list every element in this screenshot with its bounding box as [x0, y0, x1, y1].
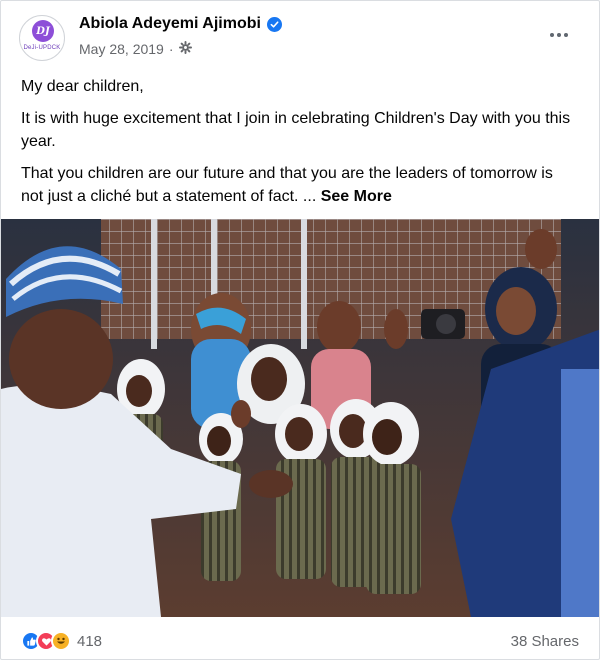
post-footer: 418 38 Shares [21, 627, 579, 655]
avatar[interactable]: DJ DeJi-UPDCK [19, 15, 65, 61]
post-greeting: My dear children, [21, 78, 144, 95]
shares-count[interactable]: 38 Shares [511, 633, 579, 650]
verified-icon [266, 16, 282, 32]
author-row: Abiola Adeyemi Ajimobi [79, 15, 282, 33]
post-photo[interactable] [1, 219, 599, 617]
gear-icon[interactable] [178, 41, 192, 57]
post-text: My dear children, It is with huge excite… [21, 75, 579, 217]
post-paragraph-2-text: That you children are our future and tha… [21, 165, 553, 205]
post-header: DJ DeJi-UPDCK Abiola Adeyemi Ajimobi May… [19, 13, 581, 65]
see-more-link[interactable]: See More [321, 188, 392, 205]
reactions-summary[interactable]: 418 [21, 631, 102, 651]
haha-icon [51, 631, 71, 651]
avatar-subtext: DeJi-UPDCK [23, 45, 61, 51]
reaction-count: 418 [77, 632, 103, 650]
facebook-post: DJ DeJi-UPDCK Abiola Adeyemi Ajimobi May… [0, 0, 600, 660]
meta-separator: · [168, 41, 174, 57]
post-date[interactable]: May 28, 2019 [79, 41, 164, 57]
post-paragraph-2: That you children are our future and tha… [21, 162, 579, 208]
avatar-logo: DJ [32, 20, 54, 42]
post-paragraph-1: It is with huge excitement that I join i… [21, 110, 571, 150]
post-meta: May 28, 2019 · [79, 41, 192, 57]
more-dots-icon[interactable] [545, 25, 573, 45]
author-name[interactable]: Abiola Adeyemi Ajimobi [79, 15, 261, 33]
